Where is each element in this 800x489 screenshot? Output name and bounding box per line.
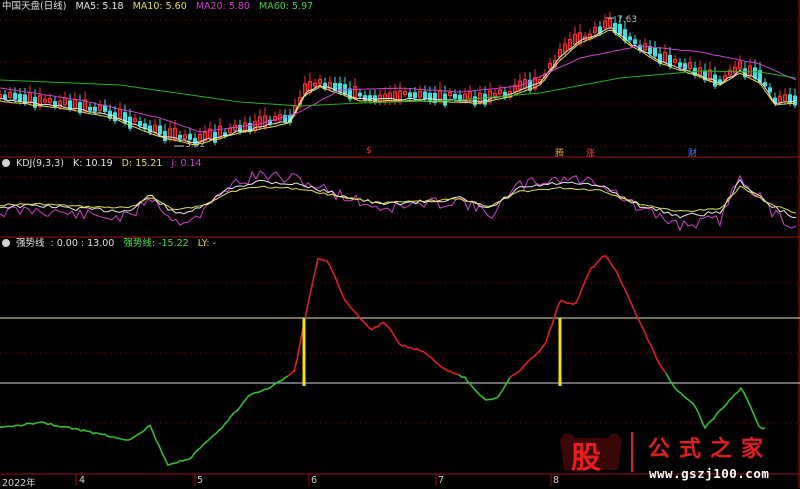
- candle-body: [193, 138, 197, 146]
- candle-body: [343, 84, 347, 95]
- x-axis-label-year: 2022年: [2, 478, 36, 489]
- strength-line-rising-segment: [287, 257, 460, 377]
- candle-body: [653, 47, 657, 57]
- x-axis-label-apr: 4: [79, 475, 86, 486]
- strength-line-falling-segment: [665, 372, 766, 430]
- logo-glyph: 股: [571, 441, 601, 476]
- x-axis-label-jun: 6: [311, 475, 318, 486]
- strength-line-falling-segment: [458, 374, 511, 401]
- x-axis-label-aug: 8: [553, 475, 560, 486]
- strength-line-rising-segment: [509, 255, 667, 379]
- candle-body: [678, 62, 682, 68]
- candle-body: [718, 79, 722, 84]
- candle-body: [178, 134, 182, 139]
- kdj-j-line: [0, 170, 797, 232]
- candle-body: [213, 131, 217, 143]
- ma10-line: [0, 29, 797, 146]
- candle-body: [423, 91, 427, 100]
- candle-body: [138, 121, 142, 127]
- candle-body: [633, 39, 637, 45]
- candle-body: [428, 92, 432, 102]
- x-axis-label-jul: 7: [438, 475, 445, 486]
- x-axis-label-may: 5: [197, 475, 204, 486]
- candle-body: [413, 92, 417, 99]
- candle-body: [443, 93, 447, 106]
- candle-body: [753, 67, 757, 79]
- kdj-k-line: [0, 178, 797, 219]
- candle-body: [188, 133, 192, 140]
- candle-body: [3, 94, 7, 100]
- candle-body: [158, 125, 162, 135]
- candle-body: [618, 23, 622, 35]
- candle-body: [358, 92, 362, 97]
- candle-body: [13, 92, 17, 100]
- candle-body: [93, 106, 97, 112]
- candle-body: [453, 93, 457, 99]
- candle-body: [408, 92, 412, 98]
- candle-body: [88, 106, 92, 111]
- kdj-d-line: [0, 185, 797, 214]
- candle-body: [683, 63, 687, 70]
- candle-body: [768, 87, 772, 93]
- candle-body: [68, 100, 72, 110]
- candle-body: [163, 131, 167, 142]
- candle-body: [628, 36, 632, 41]
- logo-site: www.gszj100.com: [649, 466, 770, 481]
- chart-canvas[interactable]: [0, 0, 800, 488]
- strength-line-falling-segment: [0, 375, 289, 467]
- candle-body: [23, 94, 27, 104]
- logo-name: 公式之家: [648, 437, 773, 462]
